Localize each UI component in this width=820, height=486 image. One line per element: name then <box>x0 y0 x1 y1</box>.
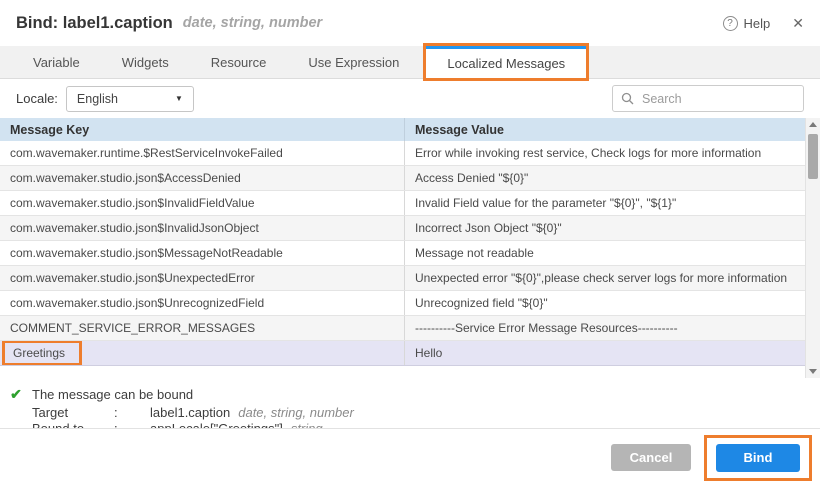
search-input[interactable] <box>640 91 795 107</box>
message-value-cell: Message not readable <box>405 241 805 265</box>
table-row[interactable]: com.wavemaker.studio.json$MessageNotRead… <box>0 241 805 266</box>
status-text: The message can be bound <box>32 387 193 402</box>
message-value-text: Unexpected error "${0}",please check ser… <box>415 271 787 285</box>
message-value-text: Access Denied "${0}" <box>415 171 528 185</box>
locale-select[interactable]: English ▼ <box>66 86 194 112</box>
tab-label: Resource <box>211 55 267 70</box>
search-box <box>612 85 804 112</box>
table-row[interactable]: Greetings Hello <box>0 341 805 366</box>
tab-label: Use Expression <box>308 55 399 70</box>
tab-use-expression[interactable]: Use Expression <box>287 46 420 78</box>
message-key-text: com.wavemaker.studio.json$InvalidJsonObj… <box>10 221 259 235</box>
header-actions: ? Help ✕ <box>723 15 804 32</box>
message-value-cell: Unrecognized field "${0}" <box>405 291 805 315</box>
message-value-text: Incorrect Json Object "${0}" <box>415 221 562 235</box>
message-value-cell: Hello <box>405 341 805 365</box>
help-button[interactable]: ? Help <box>723 16 771 31</box>
cancel-button[interactable]: Cancel <box>611 444 691 471</box>
table-row[interactable]: COMMENT_SERVICE_ERROR_MESSAGES ----------… <box>0 316 805 341</box>
target-types: date, string, number <box>238 405 354 420</box>
table-row[interactable]: com.wavemaker.studio.json$UnrecognizedFi… <box>0 291 805 316</box>
help-icon: ? <box>723 16 738 31</box>
bind-button[interactable]: Bind <box>716 444 800 472</box>
target-row: Target : label1.caption date, string, nu… <box>32 405 820 420</box>
message-value-text: Invalid Field value for the parameter "$… <box>415 196 676 210</box>
tab-label: Variable <box>33 55 80 70</box>
search-icon <box>621 92 634 105</box>
scrollbar-thumb[interactable] <box>808 134 818 179</box>
table-row[interactable]: com.wavemaker.studio.json$InvalidFieldVa… <box>0 191 805 216</box>
target-value: label1.caption <box>150 405 230 420</box>
message-key-text: COMMENT_SERVICE_ERROR_MESSAGES <box>10 321 255 335</box>
help-label: Help <box>744 16 771 31</box>
tab-label: Widgets <box>122 55 169 70</box>
tab-variable[interactable]: Variable <box>12 46 101 78</box>
dialog-footer: Cancel Bind <box>0 428 820 486</box>
table-body: com.wavemaker.runtime.$RestServiceInvoke… <box>0 141 805 366</box>
message-key-cell: COMMENT_SERVICE_ERROR_MESSAGES <box>0 316 405 340</box>
locale-label: Locale: <box>16 91 58 106</box>
message-key-cell: com.wavemaker.studio.json$InvalidFieldVa… <box>0 191 405 215</box>
vertical-scrollbar[interactable] <box>805 118 820 378</box>
table-header-row: Message Key Message Value <box>0 118 805 141</box>
annotated-message-key: Greetings <box>2 341 82 365</box>
table-row[interactable]: com.wavemaker.studio.json$UnexpectedErro… <box>0 266 805 291</box>
locale-selected-value: English <box>77 92 118 106</box>
table-row[interactable]: com.wavemaker.studio.json$InvalidJsonObj… <box>0 216 805 241</box>
message-value-text: Error while invoking rest service, Check… <box>415 146 761 160</box>
tab-widgets[interactable]: Widgets <box>101 46 190 78</box>
messages-table: Message Key Message Value com.wavemaker.… <box>0 118 820 378</box>
scroll-down-arrow-icon[interactable] <box>809 369 817 374</box>
table-row[interactable]: com.wavemaker.runtime.$RestServiceInvoke… <box>0 141 805 166</box>
message-value-text: Hello <box>415 346 442 360</box>
message-key-text: com.wavemaker.studio.json$UnrecognizedFi… <box>10 296 264 310</box>
message-value-cell: Incorrect Json Object "${0}" <box>405 216 805 240</box>
target-label: Target <box>32 405 114 420</box>
message-key-text: com.wavemaker.studio.json$InvalidFieldVa… <box>10 196 255 210</box>
column-header-message-key[interactable]: Message Key <box>0 118 405 141</box>
message-key-text: com.wavemaker.studio.json$AccessDenied <box>10 171 241 185</box>
colon-separator: : <box>114 405 150 420</box>
table-row[interactable]: com.wavemaker.studio.json$AccessDenied Ac… <box>0 166 805 191</box>
bind-annotation-box: Bind <box>704 435 812 481</box>
binding-info-panel: ✔ The message can be bound Target : labe… <box>0 378 820 428</box>
message-key-text: com.wavemaker.studio.json$MessageNotRead… <box>10 246 283 260</box>
message-key-cell: com.wavemaker.studio.json$InvalidJsonObj… <box>0 216 405 240</box>
message-value-cell: ----------Service Error Message Resource… <box>405 316 805 340</box>
message-key-cell: com.wavemaker.studio.json$UnexpectedErro… <box>0 266 405 290</box>
tab-bar: Variable Widgets Resource Use Expression Loc… <box>0 46 820 79</box>
message-value-text: ----------Service Error Message Resource… <box>415 321 678 335</box>
message-value-cell: Error while invoking rest service, Check… <box>405 141 805 165</box>
dialog-header: Bind: label1.caption date, string, numbe… <box>0 0 820 46</box>
message-key-cell: com.wavemaker.runtime.$RestServiceInvoke… <box>0 141 405 165</box>
bind-dialog: Bind: label1.caption date, string, numbe… <box>0 0 820 486</box>
message-value-cell: Access Denied "${0}" <box>405 166 805 190</box>
message-key-cell: com.wavemaker.studio.json$AccessDenied <box>0 166 405 190</box>
message-key-text: com.wavemaker.studio.json$UnexpectedErro… <box>10 271 255 285</box>
toolbar: Locale: English ▼ <box>0 79 820 118</box>
message-value-cell: Unexpected error "${0}",please check ser… <box>405 266 805 290</box>
message-key-cell: com.wavemaker.studio.json$MessageNotRead… <box>0 241 405 265</box>
dialog-subtitle: date, string, number <box>183 15 322 31</box>
tab-label: Localized Messages <box>447 56 565 71</box>
message-value-cell: Invalid Field value for the parameter "$… <box>405 191 805 215</box>
column-header-message-value[interactable]: Message Value <box>405 118 805 141</box>
message-value-text: Unrecognized field "${0}" <box>415 296 548 310</box>
dropdown-caret-icon: ▼ <box>175 94 183 103</box>
close-icon[interactable]: ✕ <box>792 15 804 32</box>
table-columns: Message Key Message Value com.wavemaker.… <box>0 118 805 378</box>
status-line: ✔ The message can be bound <box>8 386 820 403</box>
tab-resource[interactable]: Resource <box>190 46 288 78</box>
message-value-text: Message not readable <box>415 246 534 260</box>
message-key-cell: com.wavemaker.studio.json$UnrecognizedFi… <box>0 291 405 315</box>
message-key-text: com.wavemaker.runtime.$RestServiceInvoke… <box>10 146 283 160</box>
check-icon: ✔ <box>8 386 24 403</box>
tab-localized-messages[interactable]: Localized Messages <box>426 46 586 78</box>
dialog-title: Bind: label1.caption <box>16 14 173 33</box>
scroll-up-arrow-icon[interactable] <box>809 122 817 127</box>
message-key-cell: Greetings <box>0 341 405 365</box>
